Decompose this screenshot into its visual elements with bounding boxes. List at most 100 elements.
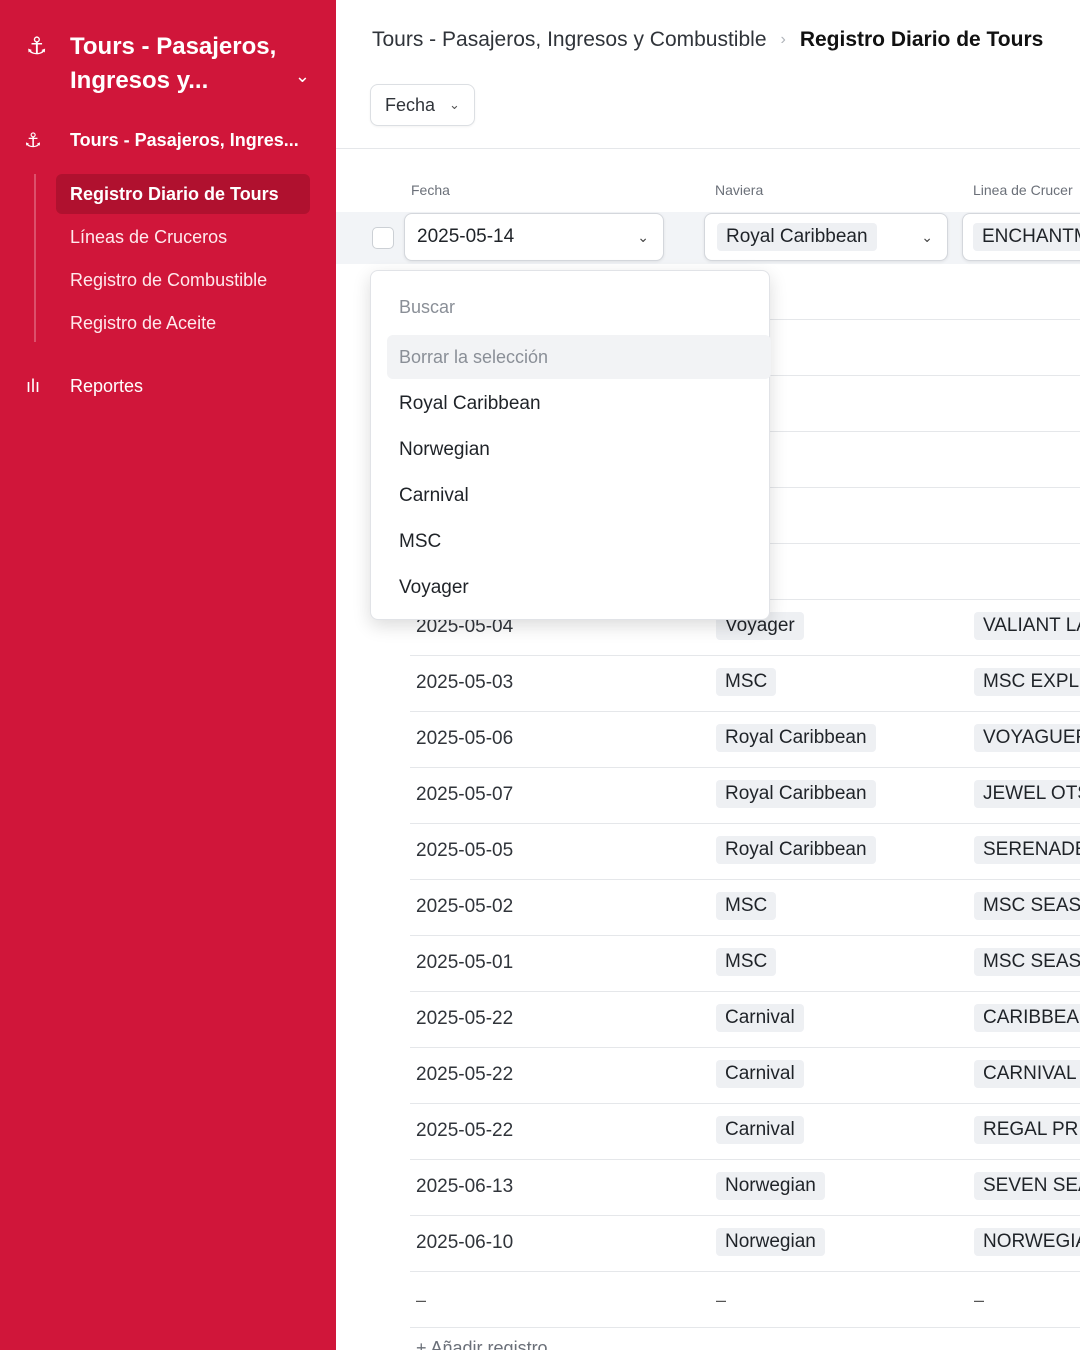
nav-group-tours[interactable]: ⚓ Tours - Pasajeros, Ingres... [24, 128, 299, 153]
sidebar-item-registro-aceite[interactable]: Registro de Aceite [56, 303, 310, 343]
table-row[interactable]: 2025-05-05 Royal Caribbean SERENADE ( [336, 824, 1080, 880]
row-checkbox[interactable] [372, 227, 394, 249]
table-row[interactable]: 2025-05-22 Carnival CARNIVAL C [336, 1048, 1080, 1104]
linea-tag: VALIANT LA [974, 612, 1080, 640]
reports-label: Reportes [70, 376, 144, 396]
bar-chart-icon: ılı [26, 376, 41, 396]
cell-fecha: 2025-05-01 [416, 952, 514, 973]
cell-linea: MSC EXPLO [974, 668, 1080, 696]
table-row[interactable]: 2025-06-13 Norwegian SEVEN SEAS [336, 1160, 1080, 1216]
sidebar: ⚓ Tours - Pasajeros, Ingresos y... ⌄ ⚓ T… [0, 0, 336, 1350]
cell-fecha: 2025-05-02 [416, 896, 514, 917]
anchor-icon: ⚓ [24, 130, 42, 152]
linea-tag: SERENADE ( [974, 836, 1080, 864]
dropdown-option[interactable]: Royal Caribbean [399, 393, 541, 439]
nav-group-label: Tours - Pasajeros, Ingres... [70, 130, 299, 150]
cell-naviera: Royal Caribbean [716, 836, 876, 864]
cell-fecha: 2025-05-22 [416, 1064, 514, 1085]
cell-naviera: MSC [716, 668, 777, 696]
cell-fecha: – [416, 1290, 427, 1310]
naviera-tag: Carnival [716, 1060, 804, 1088]
fecha-value: 2025-05-14 [417, 226, 515, 247]
dropdown-option[interactable]: Norwegian [399, 439, 541, 485]
chevron-down-icon: ⌄ [449, 97, 460, 112]
sidebar-item-registro-combustible[interactable]: Registro de Combustible [56, 260, 310, 300]
chevron-down-icon: ⌄ [921, 228, 933, 245]
column-header-naviera[interactable]: Naviera [715, 182, 763, 198]
cell-naviera: MSC [716, 892, 777, 920]
table-row[interactable]: 2025-05-07 Royal Caribbean JEWEL OTS [336, 768, 1080, 824]
cell-naviera: Norwegian [716, 1228, 825, 1256]
linea-tag: SEVEN SEAS [974, 1172, 1080, 1200]
app-title: Tours - Pasajeros, Ingresos y... [70, 33, 277, 94]
cell-fecha: 2025-05-05 [416, 840, 514, 861]
sidebar-item-lineas-cruceros[interactable]: Líneas de Cruceros [56, 217, 310, 257]
cell-linea: SEVEN SEAS [974, 1172, 1080, 1200]
cell-linea: NORWEGIA [974, 1228, 1080, 1256]
cell-fecha: 2025-06-10 [416, 1232, 514, 1253]
naviera-tag: Norwegian [716, 1228, 825, 1256]
dropdown-options: Royal Caribbean Norwegian Carnival MSC Voyag… [399, 393, 541, 623]
main-content: Tours - Pasajeros, Ingresos y Combustibl… [336, 0, 1080, 1350]
table-row[interactable]: 2025-05-06 Royal Caribbean VOYAGUER [336, 712, 1080, 768]
naviera-tag: Royal Caribbean [717, 223, 877, 251]
cell-fecha: 2025-05-03 [416, 672, 514, 693]
cell-naviera: Carnival [716, 1004, 804, 1032]
table-row[interactable]: 2025-05-03 MSC MSC EXPLO [336, 656, 1080, 712]
cell-naviera: – [716, 1290, 727, 1310]
cell-fecha: 2025-05-22 [416, 1008, 514, 1029]
cell-naviera: Royal Caribbean [716, 780, 876, 808]
chevron-down-icon: ⌄ [637, 228, 649, 245]
breadcrumb-parent[interactable]: Tours - Pasajeros, Ingresos y Combustibl… [372, 28, 767, 52]
table-row[interactable]: 2025-05-22 Carnival CARIBBEAN [336, 992, 1080, 1048]
cell-linea: – [974, 1290, 985, 1310]
column-header-fecha[interactable]: Fecha [411, 182, 450, 198]
cell-fecha: 2025-05-07 [416, 784, 514, 805]
add-record-button[interactable]: + Añadir registro [416, 1338, 548, 1350]
cell-linea: MSC SEASID [974, 948, 1080, 976]
table-row[interactable]: 2025-05-22 Carnival REGAL PRIN [336, 1104, 1080, 1160]
naviera-tag: Royal Caribbean [716, 780, 876, 808]
cell-linea: VOYAGUER [974, 724, 1080, 752]
clear-selection-option[interactable]: Borrar la selección [387, 335, 771, 379]
app-header[interactable]: ⚓ Tours - Pasajeros, Ingresos y... ⌄ [26, 30, 316, 98]
breadcrumb: Tours - Pasajeros, Ingresos y Combustibl… [372, 28, 1043, 52]
naviera-tag: MSC [716, 948, 777, 976]
naviera-tag: MSC [716, 668, 777, 696]
table-row[interactable]: 2025-05-01 MSC MSC SEASID [336, 936, 1080, 992]
cell-naviera: Royal Caribbean [716, 724, 876, 752]
cell-linea: VALIANT LA [974, 612, 1080, 640]
naviera-select[interactable]: Royal Caribbean ⌄ [704, 213, 948, 261]
cell-fecha: 2025-05-22 [416, 1120, 514, 1141]
column-header-linea[interactable]: Linea de Crucer [973, 182, 1073, 198]
fecha-select[interactable]: 2025-05-14 ⌄ [404, 213, 664, 261]
table-row[interactable]: – – – [336, 1272, 1080, 1328]
linea-tag: MSC SEASH [974, 892, 1080, 920]
cell-naviera: MSC [716, 948, 777, 976]
table-row[interactable]: 2025-06-10 Norwegian NORWEGIA [336, 1216, 1080, 1272]
naviera-tag: Royal Caribbean [716, 836, 876, 864]
anchor-icon: ⚓ [26, 33, 48, 60]
dropdown-option[interactable]: Carnival [399, 485, 541, 531]
table-row[interactable]: 2025-05-02 MSC MSC SEASH [336, 880, 1080, 936]
linea-select[interactable]: ENCHANTM [962, 213, 1080, 261]
naviera-tag: Norwegian [716, 1172, 825, 1200]
cell-linea: JEWEL OTS [974, 780, 1080, 808]
filter-fecha-button[interactable]: Fecha ⌄ [370, 84, 475, 126]
cell-linea: CARIBBEAN [974, 1004, 1080, 1032]
sidebar-item-registro-diario[interactable]: Registro Diario de Tours [56, 174, 310, 214]
sidebar-item-reportes[interactable]: ılı Reportes [26, 376, 143, 397]
linea-tag: ENCHANTM [973, 223, 1080, 251]
chevron-down-icon[interactable]: ⌄ [295, 66, 310, 87]
naviera-tag: Royal Caribbean [716, 724, 876, 752]
dropdown-option[interactable]: MSC [399, 531, 541, 577]
naviera-tag: Carnival [716, 1116, 804, 1144]
dropdown-search-input[interactable]: Buscar [399, 297, 455, 318]
dropdown-option[interactable]: Voyager [399, 577, 541, 623]
cell-linea: SERENADE ( [974, 836, 1080, 864]
cell-fecha: 2025-05-06 [416, 728, 514, 749]
breadcrumb-current: Registro Diario de Tours [799, 28, 1044, 51]
linea-tag: NORWEGIA [974, 1228, 1080, 1256]
linea-tag: MSC EXPLO [974, 668, 1080, 696]
linea-tag: REGAL PRIN [974, 1116, 1080, 1144]
